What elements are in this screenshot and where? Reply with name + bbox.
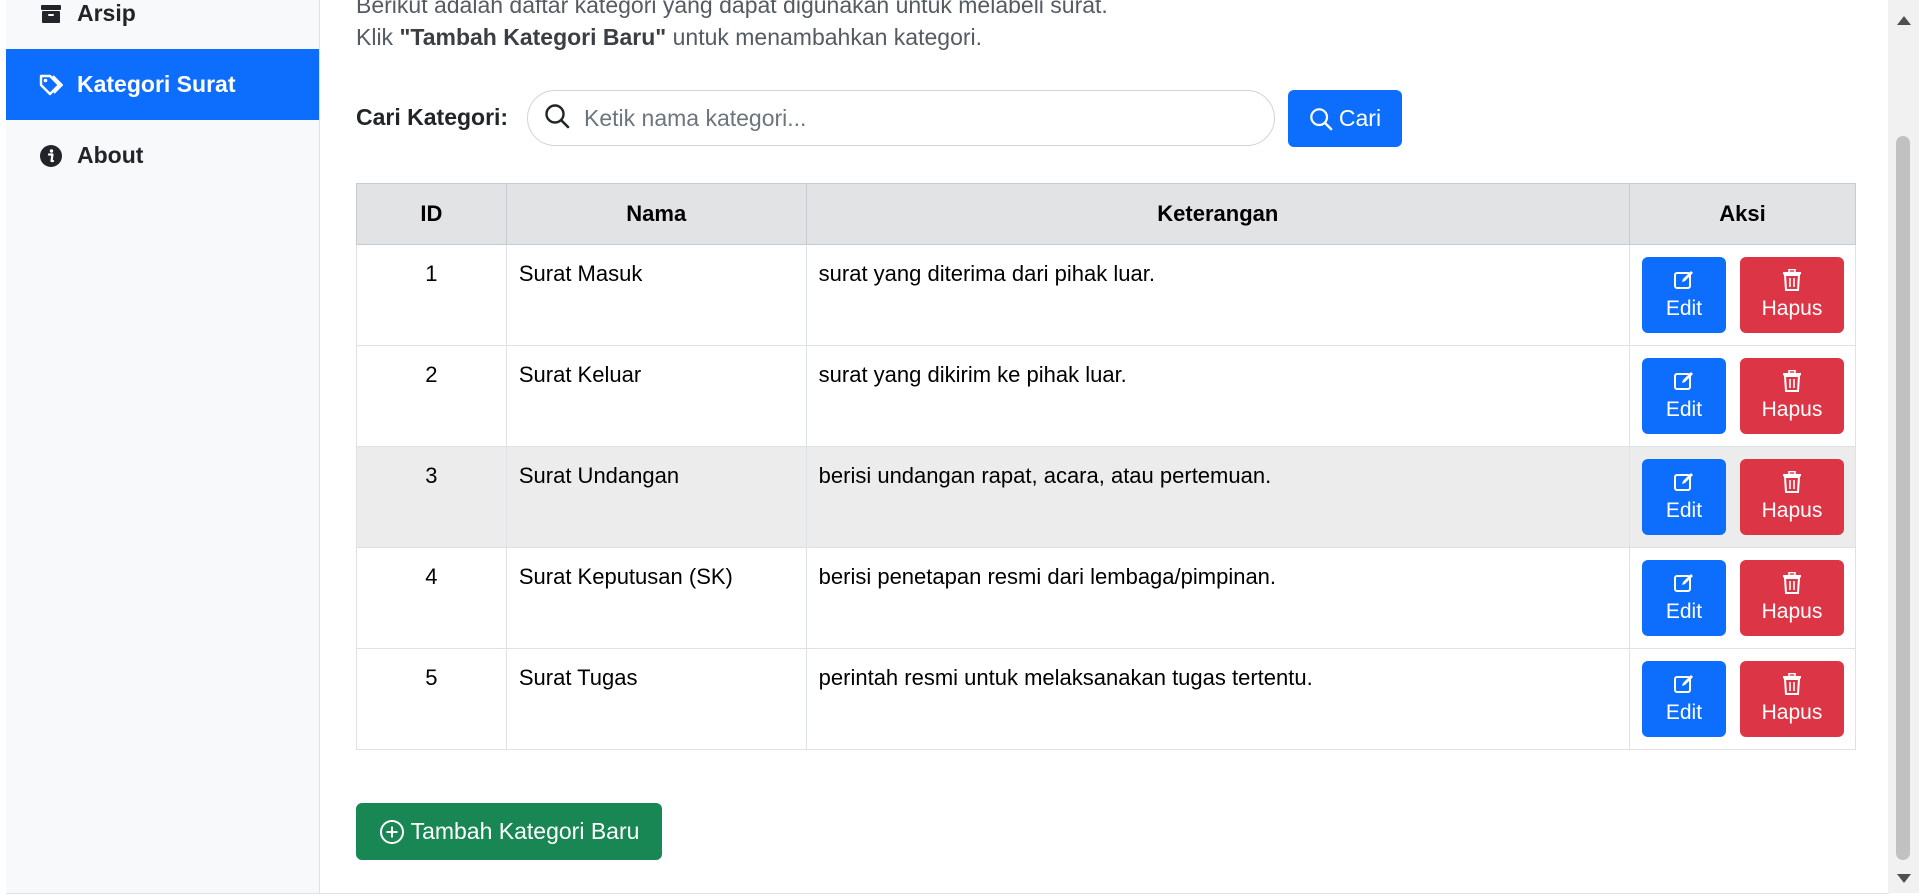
cell-keterangan: berisi undangan rapat, acara, atau perte… (805, 446, 1630, 548)
edit-button[interactable]: Edit (1641, 661, 1726, 737)
sidebar-item-kategori-surat[interactable]: Kategori Surat (6, 49, 319, 120)
table-row: 4 Surat Keputusan (SK) berisi penetapan re… (356, 547, 1857, 649)
cell-aksi: Edit Hapus (1628, 547, 1857, 649)
sidebar-item-label: About (77, 142, 144, 168)
sidebar: Arsip Kategori Surat About (6, 0, 320, 893)
edit-button[interactable]: Edit (1641, 257, 1726, 333)
delete-button[interactable]: Hapus (1739, 257, 1844, 333)
tag-icon (36, 70, 66, 100)
search-icon (544, 103, 570, 134)
table-header-row: ID Nama Keterangan Aksi (356, 183, 1857, 245)
trash-icon (1782, 572, 1801, 594)
cell-nama: Surat Tugas (505, 648, 807, 750)
cell-id: 4 (356, 547, 507, 649)
category-table: ID Nama Keterangan Aksi 1 Surat Masuk sura… (356, 183, 1857, 750)
edit-button[interactable]: Edit (1641, 459, 1726, 535)
add-category-button[interactable]: Tambah Kategori Baru (356, 803, 662, 860)
search-button[interactable]: Cari (1288, 90, 1402, 147)
intro-highlight: "Tambah Kategori Baru" (399, 24, 667, 50)
table-row: 2 Surat Keluar surat yang dikirim ke pihak… (356, 345, 1857, 447)
sidebar-item-arsip[interactable]: Arsip (6, 0, 319, 49)
column-header-id: ID (356, 183, 507, 245)
cell-aksi: Edit Hapus (1628, 648, 1857, 750)
edit-button[interactable]: Edit (1641, 358, 1726, 434)
trash-icon (1782, 269, 1801, 291)
cell-aksi: Edit Hapus (1628, 244, 1857, 346)
sidebar-item-label: Arsip (77, 0, 136, 26)
search-label: Cari Kategori: (356, 104, 509, 130)
edit-button[interactable]: Edit (1641, 560, 1726, 636)
edit-button-label: Edit (1665, 398, 1703, 421)
cell-keterangan: berisi penetapan resmi dari lembaga/pimp… (805, 547, 1630, 649)
add-category-label: Tambah Kategori Baru (410, 818, 640, 844)
search-button-label: Cari (1338, 105, 1382, 131)
delete-button-label: Hapus (1761, 297, 1823, 320)
edit-icon (1673, 271, 1693, 289)
cell-nama: Surat Keluar (505, 345, 807, 447)
cell-nama: Surat Masuk (505, 244, 807, 346)
delete-button[interactable]: Hapus (1739, 661, 1844, 737)
scrollbar-thumb[interactable] (1896, 136, 1910, 860)
edit-icon (1673, 473, 1693, 491)
vertical-scrollbar[interactable] (1888, 0, 1919, 893)
edit-button-label: Edit (1665, 600, 1703, 623)
info-icon (36, 141, 66, 171)
scroll-up-arrow-icon[interactable] (1897, 16, 1911, 25)
delete-button-label: Hapus (1761, 701, 1823, 724)
table-row: 3 Surat Undangan berisi undangan rapat, ac… (356, 446, 1857, 548)
edit-icon (1673, 372, 1693, 390)
delete-button-label: Hapus (1761, 499, 1823, 522)
search-input[interactable] (582, 103, 1226, 133)
intro-text-line2: Klik "Tambah Kategori Baru" untuk menamb… (356, 24, 983, 50)
column-header-keterangan: Keterangan (805, 183, 1630, 245)
cell-keterangan: perintah resmi untuk melaksanakan tugas … (805, 648, 1630, 750)
cell-keterangan: surat yang diterima dari pihak luar. (805, 244, 1630, 346)
edit-button-label: Edit (1665, 297, 1703, 320)
delete-button[interactable]: Hapus (1739, 560, 1844, 636)
table-row: 5 Surat Tugas perintah resmi untuk melaksa… (356, 648, 1857, 750)
edit-icon (1673, 574, 1693, 592)
delete-button-label: Hapus (1761, 398, 1823, 421)
plus-circle-icon (379, 819, 404, 844)
search-box[interactable] (527, 90, 1275, 146)
cell-id: 5 (356, 648, 507, 750)
scroll-down-arrow-icon[interactable] (1897, 874, 1911, 883)
cell-nama: Surat Undangan (505, 446, 807, 548)
main-content: Berikut adalah daftar kategori yang dapa… (320, 0, 1888, 893)
delete-button[interactable]: Hapus (1739, 358, 1844, 434)
edit-button-label: Edit (1665, 499, 1703, 522)
sidebar-item-label: Kategori Surat (77, 71, 236, 97)
edit-icon (1673, 675, 1693, 693)
search-icon (1310, 107, 1333, 130)
cell-aksi: Edit Hapus (1628, 446, 1857, 548)
delete-button[interactable]: Hapus (1739, 459, 1844, 535)
column-header-aksi: Aksi (1628, 183, 1857, 245)
intro-text-line1: Berikut adalah daftar kategori yang dapa… (356, 0, 1108, 18)
sidebar-item-about[interactable]: About (6, 120, 319, 191)
cell-aksi: Edit Hapus (1628, 345, 1857, 447)
trash-icon (1782, 673, 1801, 695)
column-header-nama: Nama (505, 183, 807, 245)
cell-id: 1 (356, 244, 507, 346)
trash-icon (1782, 471, 1801, 493)
trash-icon (1782, 370, 1801, 392)
edit-button-label: Edit (1665, 701, 1703, 724)
cell-keterangan: surat yang dikirim ke pihak luar. (805, 345, 1630, 447)
cell-id: 2 (356, 345, 507, 447)
archive-icon (36, 0, 66, 29)
cell-nama: Surat Keputusan (SK) (505, 547, 807, 649)
table-row: 1 Surat Masuk surat yang diterima dari pih… (356, 244, 1857, 346)
delete-button-label: Hapus (1761, 600, 1823, 623)
cell-id: 3 (356, 446, 507, 548)
